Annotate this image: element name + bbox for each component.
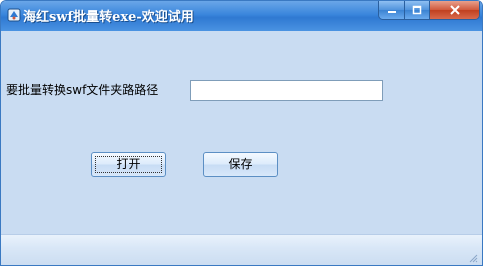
resize-grip-icon[interactable] (468, 253, 478, 263)
title-bar[interactable]: 海红swf批量转exe-欢迎试用 (1, 1, 482, 31)
window-title: 海红swf批量转exe-欢迎试用 (23, 10, 194, 25)
app-icon (6, 7, 22, 23)
close-button[interactable] (430, 1, 479, 19)
status-bar (1, 234, 482, 265)
minimize-button[interactable] (379, 1, 405, 19)
open-button[interactable]: 打开 (91, 152, 166, 177)
maximize-button[interactable] (405, 1, 430, 19)
close-icon (449, 5, 460, 15)
client-area: 要批量转换swf文件夹路路径 打开 保存 (1, 31, 482, 234)
app-window: 海红swf批量转exe-欢迎试用 要批量转换swf文件夹路路径 打开 保存 (0, 0, 483, 266)
folder-path-input[interactable] (190, 80, 383, 101)
maximize-icon (412, 5, 422, 15)
open-button-label: 打开 (116, 157, 141, 171)
minimize-icon (387, 11, 396, 13)
save-button-label: 保存 (228, 157, 253, 171)
folder-path-label: 要批量转换swf文件夹路路径 (6, 83, 159, 97)
save-button[interactable]: 保存 (203, 152, 278, 177)
window-controls (378, 1, 480, 20)
